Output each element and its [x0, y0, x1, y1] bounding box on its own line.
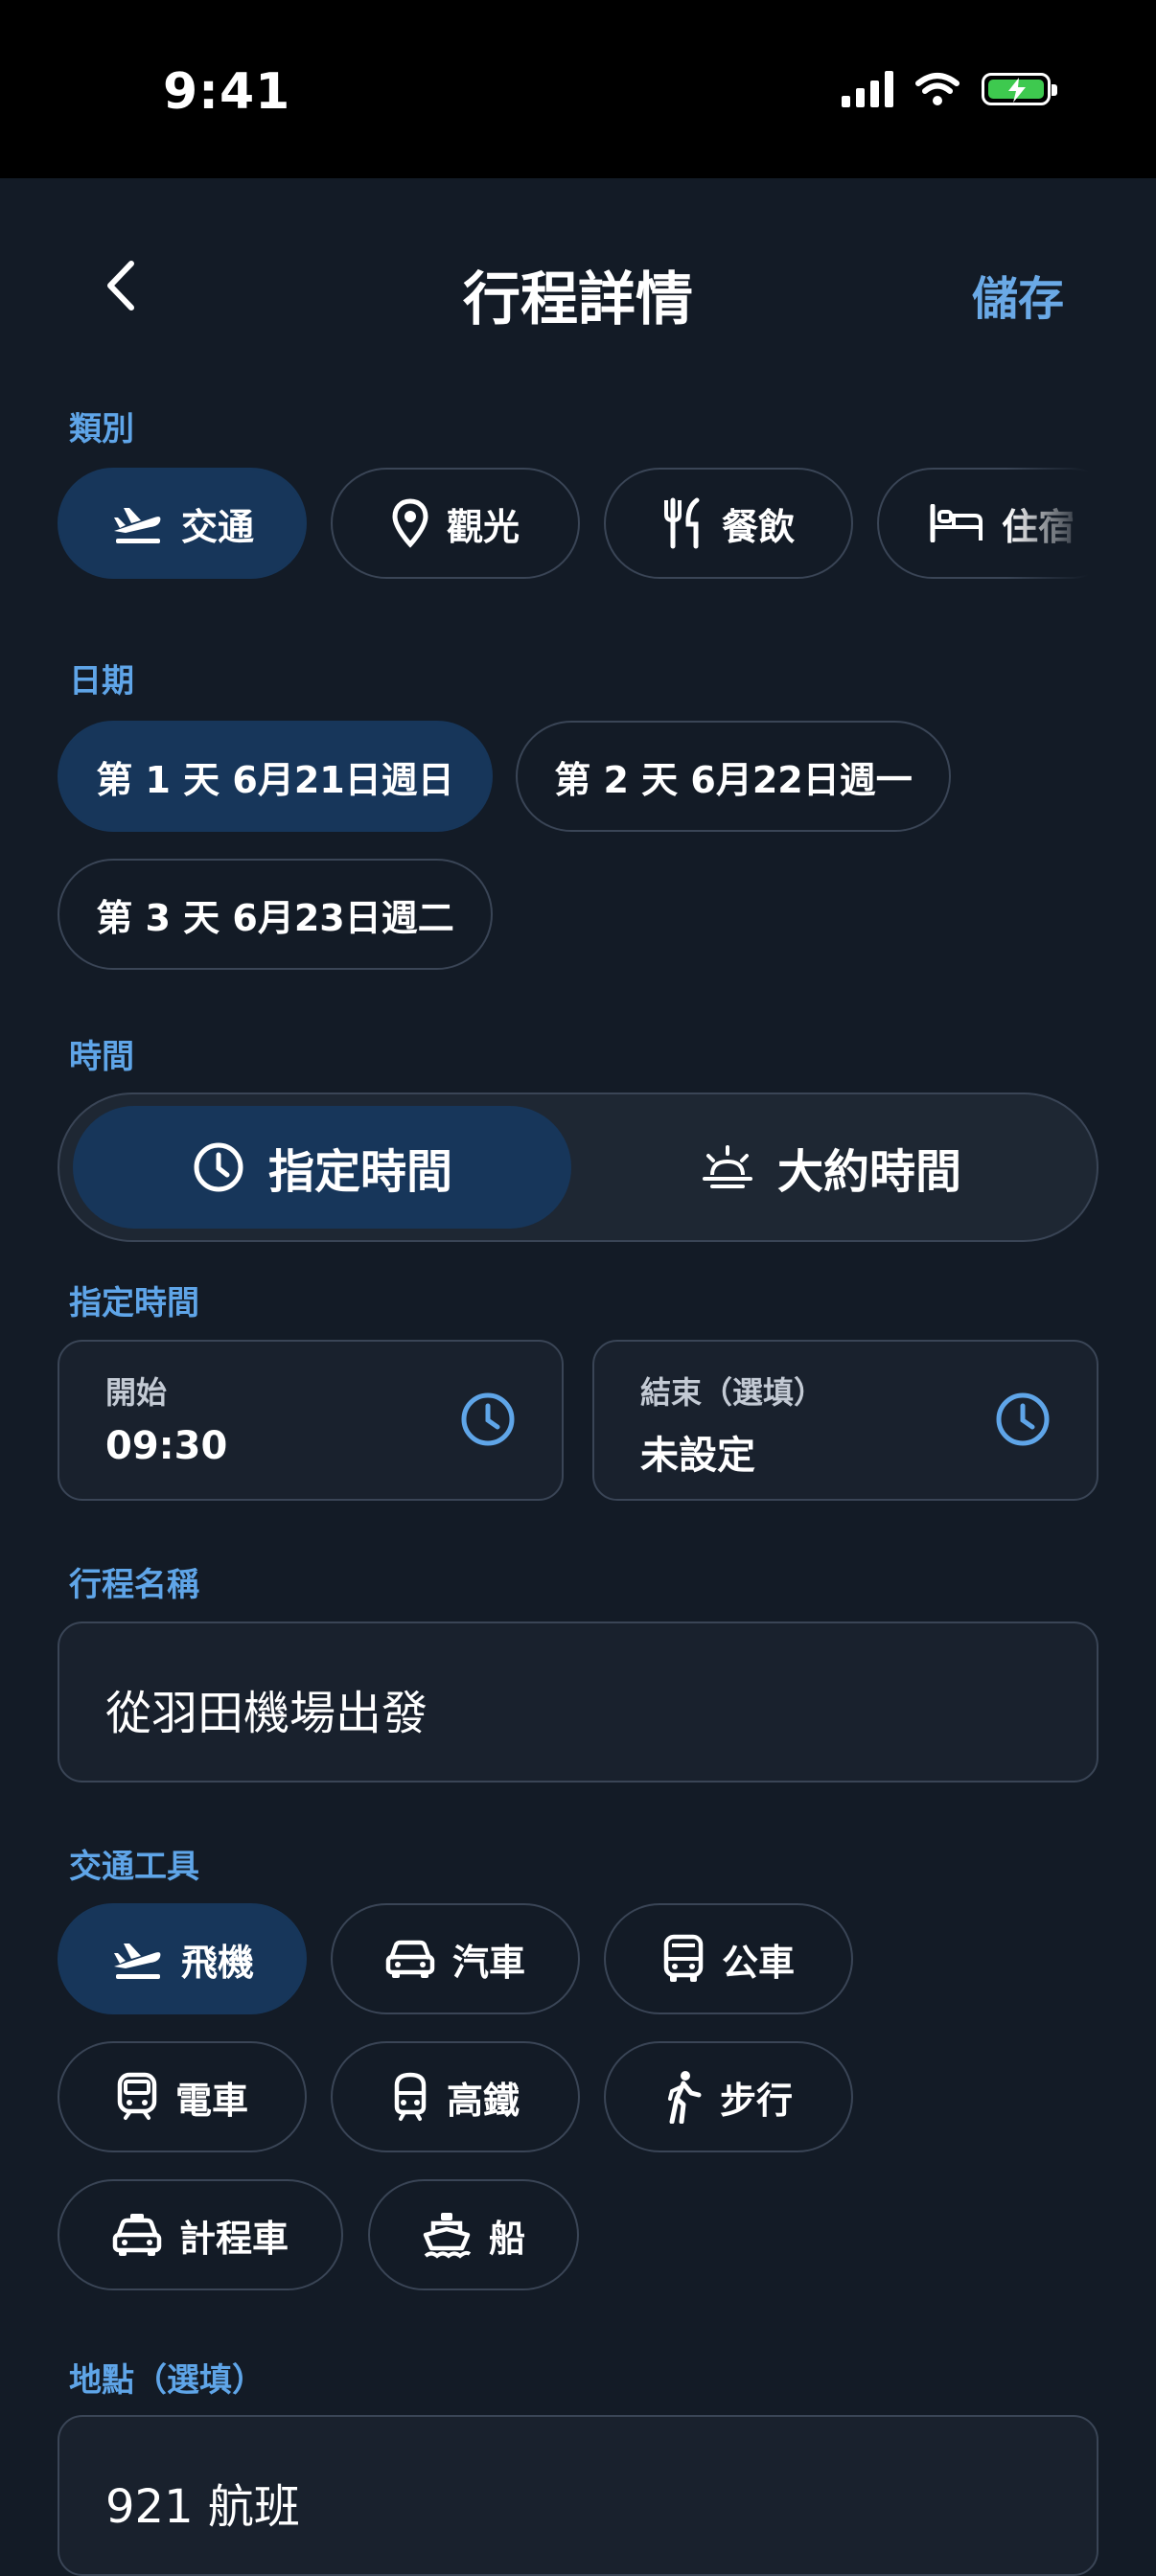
chip-label: 觀光: [446, 505, 520, 548]
transport-chip-plane[interactable]: 飛機: [58, 1903, 307, 2014]
battery-charging-icon: [982, 73, 1057, 105]
time-mode-segmented-control: 指定時間 大約時間: [58, 1092, 1098, 1242]
chip-label: 餐飲: [721, 505, 795, 548]
status-time: 9:41: [163, 63, 291, 121]
chip-label: 交通: [180, 505, 254, 548]
chip-label: 計程車: [178, 2217, 289, 2260]
start-time-label: 開始: [105, 1374, 168, 1411]
airplane-icon: [113, 508, 161, 543]
map-pin-icon: [392, 498, 428, 548]
status-icons: [842, 71, 1057, 107]
chip-label: 飛機: [180, 1941, 254, 1984]
chip-label: 第 3 天 6月23日週二: [96, 896, 454, 939]
category-chip-dining[interactable]: 餐飲: [604, 468, 853, 579]
item-name-label: 行程名稱: [69, 1566, 199, 1604]
transport-chip-walk[interactable]: 步行: [604, 2041, 853, 2152]
item-name-input[interactable]: 從羽田機場出發: [58, 1622, 1098, 1782]
chip-label: 第 2 天 6月22日週一: [554, 758, 913, 801]
category-chip-sightseeing[interactable]: 觀光: [331, 468, 580, 579]
transport-chip-bus[interactable]: 公車: [604, 1903, 853, 2014]
wifi-icon: [915, 73, 959, 105]
status-bar: 9:41: [0, 0, 1156, 178]
location-label: 地點（選填）: [69, 2361, 265, 2400]
end-time-value: 未設定: [640, 1434, 755, 1478]
bed-icon: [930, 504, 983, 542]
start-time-field[interactable]: 開始 09:30: [58, 1340, 564, 1501]
chip-label: 船: [488, 2217, 525, 2260]
clock-icon: [194, 1142, 243, 1192]
sunrise-icon: [702, 1145, 752, 1188]
category-label: 類別: [69, 410, 134, 448]
cellular-signal-icon: [842, 71, 893, 107]
chip-label: 公車: [721, 1941, 795, 1984]
time-label: 時間: [69, 1038, 134, 1076]
specific-time-label: 指定時間: [69, 1284, 199, 1322]
transport-chip-boat[interactable]: 船: [368, 2179, 579, 2290]
date-chip-day2[interactable]: 第 2 天 6月22日週一: [516, 721, 951, 832]
segment-specific-time[interactable]: 指定時間: [73, 1106, 571, 1229]
boat-icon: [423, 2213, 472, 2259]
chip-label: 高鐵: [446, 2079, 520, 2122]
chip-label: 第 1 天 6月21日週日: [96, 758, 454, 801]
scroll-fade: [1006, 462, 1156, 588]
start-time-value: 09:30: [105, 1424, 228, 1468]
transport-chip-car[interactable]: 汽車: [331, 1903, 580, 2014]
transport-chip-taxi[interactable]: 計程車: [58, 2179, 343, 2290]
date-label: 日期: [69, 662, 134, 701]
location-input[interactable]: 921 航班: [58, 2415, 1098, 2576]
train-icon: [117, 2072, 157, 2120]
transport-chip-hsr[interactable]: 高鐵: [331, 2041, 580, 2152]
date-chip-day1[interactable]: 第 1 天 6月21日週日: [58, 721, 493, 832]
end-time-label: 結束（選填）: [640, 1374, 825, 1411]
walking-icon: [667, 2071, 702, 2124]
clock-icon: [996, 1392, 1050, 1446]
car-icon: [385, 1940, 435, 1978]
transport-chip-train[interactable]: 電車: [58, 2041, 307, 2152]
bus-icon: [663, 1934, 704, 1982]
airplane-icon: [113, 1944, 161, 1979]
chip-label: 步行: [719, 2079, 793, 2122]
fork-knife-icon: [663, 497, 700, 549]
nav-header: 行程詳情 儲存: [0, 178, 1156, 399]
clock-icon: [461, 1392, 515, 1446]
segment-label: 大約時間: [776, 1145, 961, 1199]
segment-label: 指定時間: [267, 1145, 452, 1199]
high-speed-rail-icon: [394, 2072, 427, 2121]
transport-label: 交通工具: [69, 1848, 199, 1886]
date-chip-day3[interactable]: 第 3 天 6月23日週二: [58, 859, 493, 970]
category-chip-transport[interactable]: 交通: [58, 468, 307, 579]
item-name-value: 從羽田機場出發: [105, 1687, 428, 1740]
segment-approximate-time[interactable]: 大約時間: [577, 1106, 1085, 1229]
end-time-field[interactable]: 結束（選填） 未設定: [592, 1340, 1098, 1501]
chip-label: 汽車: [451, 1941, 525, 1984]
save-button[interactable]: 儲存: [972, 261, 1064, 328]
location-value: 921 航班: [105, 2480, 300, 2534]
taxi-icon: [112, 2214, 162, 2256]
chip-label: 電車: [174, 2079, 248, 2122]
